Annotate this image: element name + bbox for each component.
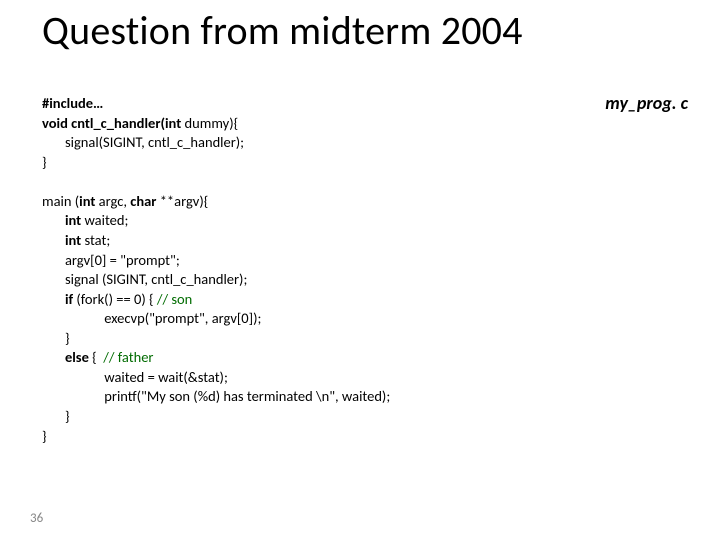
slide: Question from midterm 2004 my_prog. c #i…: [0, 0, 720, 540]
filename-label: my_prog. c: [605, 92, 688, 114]
code-text: argc,: [99, 192, 131, 210]
page-number: 36: [30, 511, 43, 526]
code-kw: int: [42, 231, 84, 249]
code-text: {: [92, 348, 103, 366]
code-line: signal (SIGINT, cntl_c_handler);: [42, 270, 247, 288]
code-line: signal(SIGINT, cntl_c_handler);: [42, 133, 244, 151]
code-line: printf("My son (%d) has terminated \n", …: [42, 387, 390, 405]
code-kw: int: [42, 211, 84, 229]
code-line: void cntl_c_handler(int: [42, 114, 185, 132]
code-line: argv[0] = "prompt";: [42, 251, 180, 269]
code-comment: // son: [157, 290, 192, 308]
code-text: dummy){: [185, 114, 239, 132]
code-line: main (: [42, 192, 79, 210]
code-line: }: [42, 329, 70, 347]
code-kw: int: [79, 192, 99, 210]
code-block: #include… void cntl_c_handler(int dummy)…: [42, 94, 390, 446]
code-line: #include…: [42, 94, 103, 112]
code-text: **argv){: [160, 192, 209, 210]
slide-title: Question from midterm 2004: [42, 6, 523, 55]
code-text: (fork() == 0) {: [76, 290, 156, 308]
code-line: }: [42, 153, 47, 171]
code-text: stat;: [84, 231, 110, 249]
code-kw: char: [130, 192, 159, 210]
code-comment: // father: [103, 348, 153, 366]
code-kw: else: [42, 348, 92, 366]
code-kw: if: [42, 290, 76, 308]
code-line: execvp("prompt", argv[0]);: [42, 309, 261, 327]
code-line: }: [42, 427, 47, 445]
code-text: waited;: [84, 211, 128, 229]
code-line: waited = wait(&stat);: [42, 368, 228, 386]
code-line: }: [42, 407, 70, 425]
